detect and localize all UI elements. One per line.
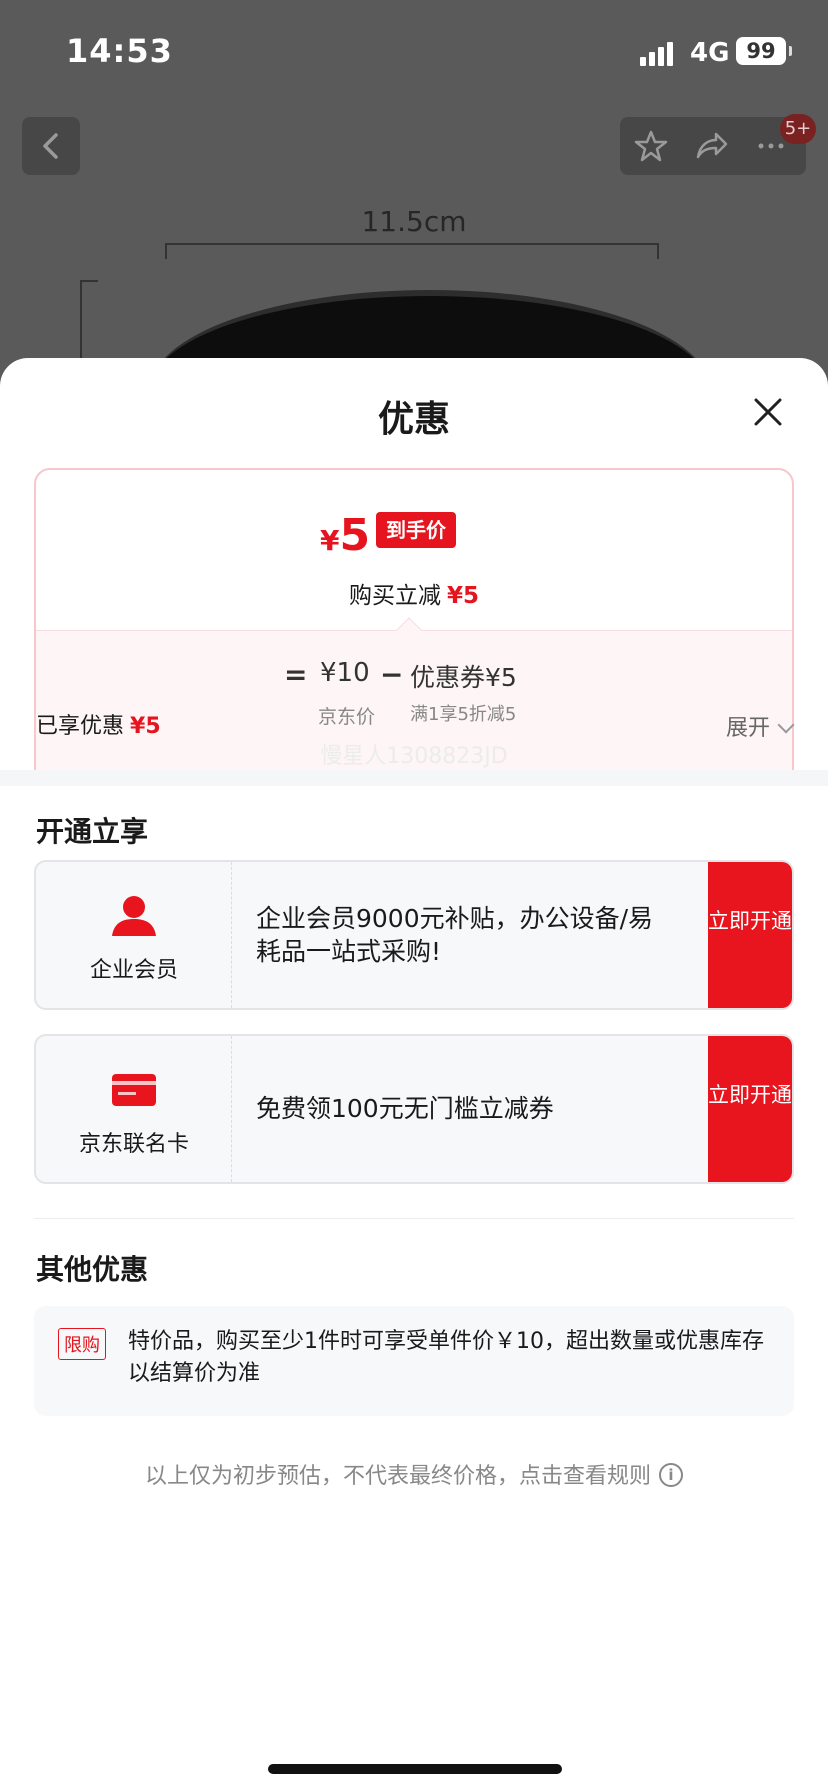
jd-price: ¥10	[320, 658, 370, 688]
signal-icon	[640, 40, 680, 66]
sheet-title: 优惠	[377, 399, 450, 440]
discount-sheet: 优惠 ¥5 到手价 购买立减 ¥5 = ¥10 京东价 − 优惠券¥5 满1享5折…	[0, 358, 828, 1792]
instant-reduction: 购买立减 ¥5	[36, 576, 792, 610]
product-dimension-label: 11.5cm	[361, 205, 467, 238]
status-bar: 14:53 4G 99	[0, 0, 828, 100]
info-icon: i	[659, 1463, 683, 1487]
open-now-button[interactable]: 立即开通	[708, 862, 792, 1008]
final-price-value: 5	[339, 510, 371, 561]
final-price-currency: ¥	[320, 524, 340, 557]
open-now-button[interactable]: 立即开通	[708, 1036, 792, 1182]
width-ruler	[165, 243, 659, 259]
limit-tag: 限购	[58, 1328, 106, 1360]
section-divider	[0, 770, 828, 786]
home-indicator	[268, 1764, 562, 1774]
back-button[interactable]	[22, 117, 80, 175]
final-price-tag: 到手价	[376, 512, 456, 548]
battery-icon: 99	[736, 37, 792, 65]
member-type: 企业会员	[36, 862, 232, 1008]
final-price: ¥5	[320, 510, 370, 561]
watermark: 慢星人1308823JD	[320, 744, 508, 769]
jd-price-label: 京东价	[318, 706, 376, 728]
enterprise-member-card[interactable]: 企业会员 企业会员9000元补贴，办公设备/易耗品一站式采购! 立即开通	[34, 860, 794, 1010]
member-desc: 免费领100元无门槛立减券	[256, 1094, 554, 1123]
star-icon[interactable]	[634, 129, 668, 163]
jd-cobrand-card[interactable]: 京东联名卡 免费领100元无门槛立减券 立即开通	[34, 1034, 794, 1184]
minus-sign: −	[380, 658, 404, 691]
divider	[34, 1218, 794, 1219]
member-name: 企业会员	[89, 958, 178, 983]
footer-text: 以上仅为初步预估，不代表最终价格，点击查看规则	[144, 1464, 651, 1489]
user-icon	[112, 896, 156, 936]
chevron-down-icon	[777, 716, 795, 734]
top-toolbar	[620, 117, 806, 175]
rules-link[interactable]: 以上仅为初步预估，不代表最终价格，点击查看规则 i	[0, 1458, 828, 1490]
chevron-left-icon	[43, 133, 58, 159]
enjoyed-discount: 已享优惠 ¥5	[36, 708, 161, 740]
coupon-condition: 满1享5折减5	[410, 704, 517, 725]
status-time: 14:53	[66, 32, 173, 70]
background-page: 14:53 4G 99 5+ 11.5cm	[0, 0, 828, 380]
member-name: 京东联名卡	[78, 1132, 189, 1157]
other-discount-text: 特价品，购买至少1件时可享受单件价￥10，超出数量或优惠库存以结算价为准	[128, 1329, 764, 1386]
enjoyed-label: 已享优惠	[36, 714, 125, 739]
reduction-value: ¥5	[446, 583, 479, 609]
notification-badge: 5+	[780, 114, 816, 144]
other-discount-box: 限购 特价品，购买至少1件时可享受单件价￥10，超出数量或优惠库存以结算价为准	[34, 1306, 794, 1416]
equals-sign: =	[284, 658, 308, 691]
reduction-label: 购买立减	[348, 583, 441, 609]
member-type: 京东联名卡	[36, 1036, 232, 1182]
close-icon[interactable]	[752, 396, 784, 428]
share-icon[interactable]	[694, 129, 728, 163]
other-section-title: 其他优惠	[36, 1253, 149, 1286]
network-type: 4G	[690, 38, 730, 68]
open-section-title: 开通立享	[36, 815, 149, 848]
member-desc: 企业会员9000元补贴，办公设备/易耗品一站式采购!	[256, 904, 654, 966]
enjoyed-value: ¥5	[130, 714, 161, 739]
credit-card-icon	[112, 1074, 156, 1106]
coupon-amount: 优惠券¥5	[410, 663, 517, 692]
